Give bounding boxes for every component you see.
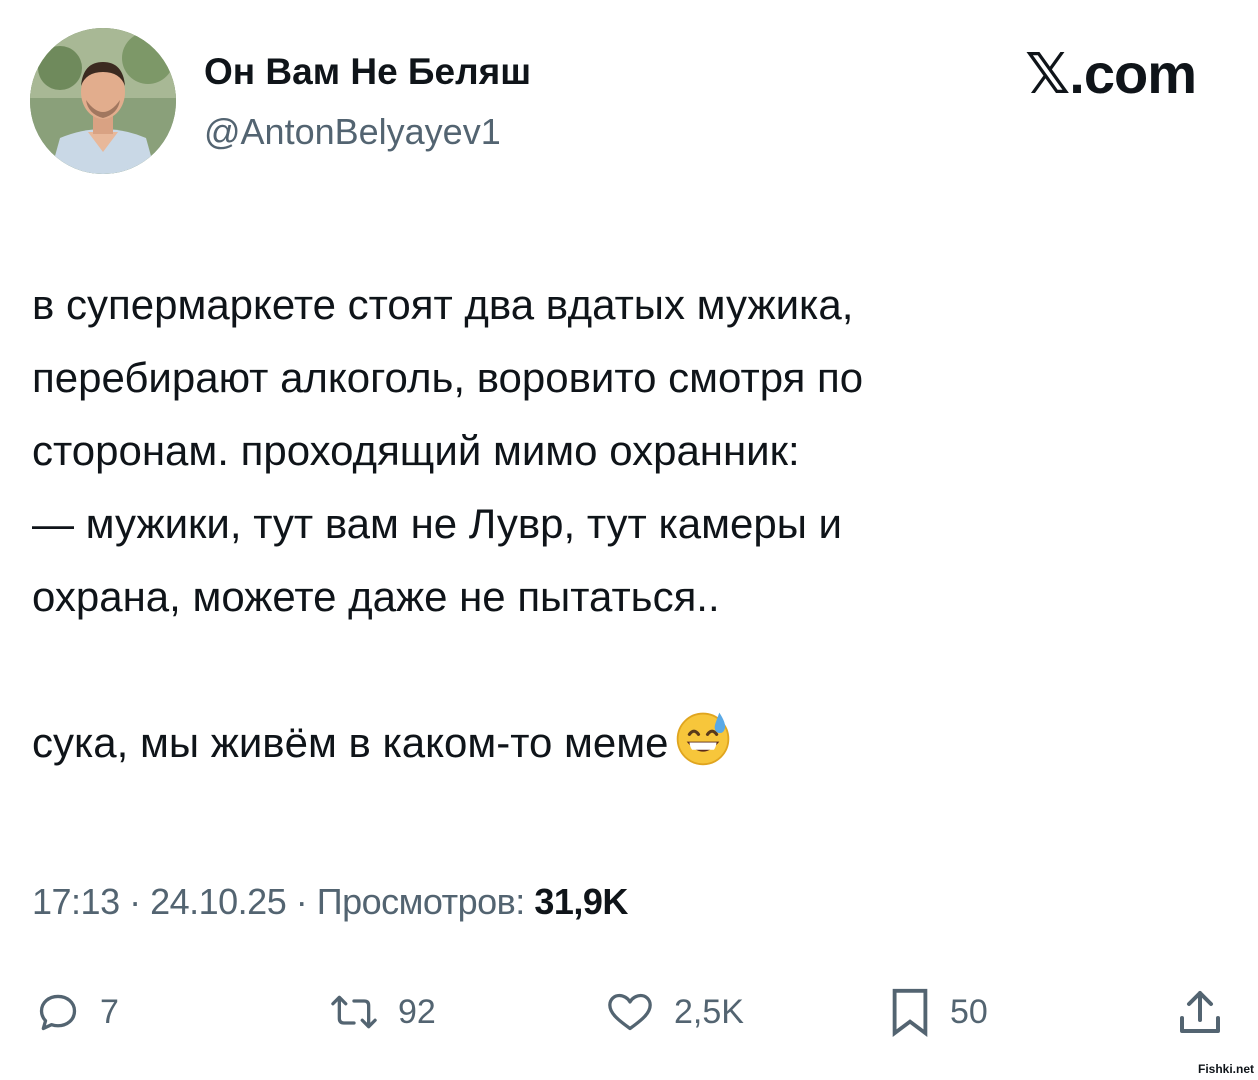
meta-separator: · [286, 881, 317, 922]
action-bar: 7 92 2,5K 50 [0, 982, 1258, 1042]
reply-count: 7 [100, 993, 119, 1031]
x-logo: 𝕏.com [1025, 42, 1197, 105]
bookmark-button[interactable]: 50 [890, 982, 988, 1042]
views-label: Просмотров: [316, 881, 526, 922]
tweet-line: перебирают алкоголь, воровито смотря по [32, 354, 864, 401]
tweet-line: сторонам. проходящий мимо охранник: [32, 427, 800, 474]
retweet-icon [331, 995, 377, 1029]
tweet-line: сука, мы живём в каком-то меме [32, 719, 669, 766]
tweet-date[interactable]: 24.10.25 [150, 881, 287, 922]
tweet-meta: 17:13 · 24.10.25 · Просмотров: 31,9K [32, 880, 628, 924]
tweet-line: в супермаркете стоят два вдатых мужика, [32, 281, 854, 328]
retweet-count: 92 [398, 993, 436, 1031]
avatar-photo [30, 28, 176, 174]
heart-icon [608, 993, 652, 1031]
meta-separator: · [119, 881, 151, 922]
tweet-line: — мужики, тут вам не Лувр, тут камеры и [32, 500, 843, 547]
bookmark-icon [892, 988, 928, 1037]
reply-icon [39, 994, 77, 1031]
like-count: 2,5K [674, 993, 744, 1031]
reply-button[interactable]: 7 [36, 982, 119, 1042]
share-button[interactable] [1178, 982, 1222, 1042]
tweet-text: в супермаркете стоят два вдатых мужика, … [32, 268, 1222, 779]
tweet-line: охрана, можете даже не пытаться.. [32, 573, 720, 620]
avatar[interactable] [30, 28, 176, 174]
watermark: Fishki.net [1197, 1062, 1254, 1076]
share-icon [1180, 991, 1220, 1033]
author-display-name[interactable]: Он Вам Не Беляш [204, 50, 531, 94]
like-button[interactable]: 2,5K [606, 982, 744, 1042]
bookmark-count: 50 [950, 993, 988, 1031]
tweet-last-line: сука, мы живём в каком-то меме [32, 706, 1222, 779]
grinning-face-with-sweat-icon [677, 712, 730, 766]
author-handle[interactable]: @AntonBelyayev1 [204, 110, 501, 154]
tweet-time[interactable]: 17:13 [32, 881, 120, 922]
views-count: 31,9K [534, 881, 628, 922]
retweet-button[interactable]: 92 [330, 982, 436, 1042]
